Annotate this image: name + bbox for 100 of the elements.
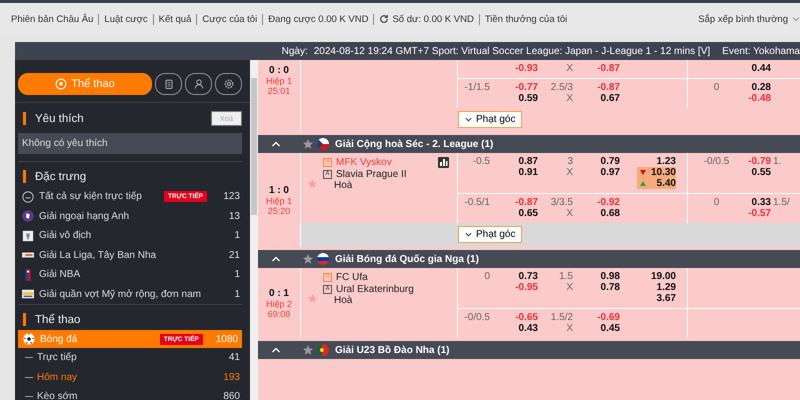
flag-icon bbox=[317, 253, 329, 265]
league-header[interactable]: Giải U23 Bồ Đào Nha (1) bbox=[258, 341, 800, 359]
favorite-star-icon[interactable] bbox=[307, 293, 318, 304]
corners-button[interactable]: Phạt góc bbox=[458, 226, 522, 243]
match-clock: 25:01 bbox=[268, 86, 290, 96]
odds-value[interactable]: 1.29 bbox=[620, 282, 676, 293]
nav-link[interactable]: Đang cược 0.00 K VND bbox=[262, 14, 374, 24]
league-name: Giải Bóng đá Quốc gia Nga (1) bbox=[335, 254, 479, 264]
line-value: 1.5/ bbox=[772, 197, 791, 208]
flag-icon bbox=[317, 138, 329, 150]
odds-value[interactable]: 0.28 bbox=[745, 82, 771, 93]
empty-message: Không có yêu thích bbox=[18, 133, 242, 154]
nav-link[interactable]: Luật cược bbox=[98, 14, 153, 24]
sidebar-subitem[interactable]: Hôm nay 193 bbox=[15, 368, 250, 387]
line-value: X bbox=[565, 208, 573, 219]
up-arrow-icon bbox=[640, 181, 646, 186]
nav-link[interactable]: Kết quả bbox=[152, 14, 196, 24]
odds-value[interactable]: 0.55 bbox=[745, 167, 771, 178]
nav-link[interactable]: Tiền thưởng của tôi bbox=[478, 14, 572, 24]
sidebar-subitem[interactable]: Kèo sớm 860 bbox=[15, 387, 250, 400]
draw-label: Hoà bbox=[333, 295, 354, 306]
line-value: -0.5 bbox=[472, 156, 490, 167]
odds-value[interactable]: 0.33 bbox=[745, 197, 771, 208]
sidebar-tab[interactable] bbox=[215, 73, 242, 95]
star-icon[interactable] bbox=[302, 138, 314, 150]
nav-link[interactable]: Cược của tôi bbox=[196, 14, 262, 24]
sort-dropdown[interactable]: Sắp xếp bình thường bbox=[698, 14, 800, 24]
odds-value[interactable]: 0.44 bbox=[745, 63, 771, 74]
scrollbar[interactable] bbox=[250, 60, 258, 400]
soccer-ball-icon bbox=[23, 333, 35, 345]
sidebar-item[interactable]: Giải La Liga, Tây Ban Nha 21 bbox=[15, 246, 250, 265]
banner-icon bbox=[22, 288, 34, 300]
event-name: Event: Yokohama bbox=[722, 46, 800, 56]
sidebar-item[interactable]: Giải NBA 1 bbox=[15, 265, 250, 284]
line-value: X bbox=[565, 93, 573, 104]
odds-value[interactable]: 0.79 bbox=[573, 156, 620, 167]
ring-icon bbox=[22, 190, 34, 203]
collapse-icon[interactable] bbox=[271, 139, 281, 149]
nav-link[interactable]: Số dư: 0.00 K VND bbox=[373, 14, 479, 24]
odds-value[interactable]: 0.73 bbox=[490, 271, 538, 282]
league-header[interactable]: Giải Cộng hoà Séc - 2. League (1) bbox=[258, 135, 800, 153]
odds-value[interactable]: 5.40 bbox=[637, 178, 676, 189]
line-value: 3/3.5 bbox=[550, 197, 573, 208]
sidebar-tab[interactable] bbox=[155, 73, 182, 95]
clipboard-icon bbox=[162, 78, 174, 90]
corners-button[interactable]: Phạt góc bbox=[458, 111, 522, 128]
match-period: Hiệp 1 bbox=[266, 196, 292, 206]
odds-value[interactable]: 0.59 bbox=[490, 93, 538, 104]
line-value: 2.5/3 bbox=[550, 82, 573, 93]
odds-value[interactable]: 0.78 bbox=[573, 282, 620, 293]
section-title: Thể thao bbox=[35, 314, 80, 326]
collapse-icon[interactable] bbox=[271, 254, 281, 264]
favorite-star-icon[interactable] bbox=[307, 178, 318, 189]
line-value: 1.5 bbox=[558, 271, 573, 282]
odds-value[interactable]: 0.45 bbox=[573, 323, 620, 334]
match-clock: 69:08 bbox=[268, 308, 290, 318]
odds-value[interactable]: 3.67 bbox=[620, 293, 676, 304]
odds-value[interactable]: 0.68 bbox=[573, 208, 620, 219]
league-header[interactable]: Giải Bóng đá Quốc gia Nga (1) bbox=[258, 250, 800, 268]
section-title: Đặc trưng bbox=[35, 170, 86, 182]
line-value: -0/0.5 bbox=[702, 156, 730, 167]
crest-icon bbox=[22, 210, 34, 222]
odds-value[interactable]: 10.30 bbox=[637, 167, 676, 178]
sidebar-tab[interactable] bbox=[185, 73, 212, 95]
odds-value[interactable]: 0.91 bbox=[490, 167, 538, 178]
line-value: 0 bbox=[483, 271, 490, 282]
odds-value[interactable]: 0.43 bbox=[490, 323, 538, 334]
star-icon[interactable] bbox=[302, 344, 314, 356]
refresh-icon[interactable] bbox=[379, 14, 390, 24]
odds-value[interactable]: 0.65 bbox=[490, 208, 538, 219]
line-value: -1/1.5 bbox=[463, 82, 490, 93]
date-label: Ngày: bbox=[282, 46, 308, 56]
odds-value[interactable]: 0.87 bbox=[490, 156, 538, 167]
odds-value[interactable]: 0.98 bbox=[573, 271, 620, 282]
section-title: Yêu thích bbox=[35, 112, 84, 124]
odds-value[interactable]: 19.00 bbox=[620, 271, 676, 282]
odds-value[interactable]: 1.23 bbox=[620, 156, 676, 167]
collapse-icon[interactable] bbox=[271, 345, 281, 355]
match-clock: 25:20 bbox=[268, 206, 290, 216]
ball-icon bbox=[55, 78, 68, 90]
match-period: Hiệp 2 bbox=[266, 298, 292, 308]
match-score: 0 : 0 bbox=[268, 65, 289, 76]
stats-icon[interactable] bbox=[438, 157, 449, 168]
team-name: MFK Vyskov bbox=[336, 157, 392, 168]
chevron-down-icon bbox=[465, 231, 472, 238]
line-value: X bbox=[565, 282, 573, 293]
sidebar-item[interactable]: Giải ngoại hạng Anh 13 bbox=[15, 206, 250, 226]
odds-value[interactable]: 0.67 bbox=[573, 93, 620, 104]
match-score: 1 : 0 bbox=[268, 184, 289, 196]
sidebar-item[interactable]: Giải quần vợt Mỹ mở rộng, đơn nam 1 bbox=[15, 284, 250, 304]
user-icon bbox=[192, 78, 204, 90]
odds-value[interactable]: 0.97 bbox=[573, 167, 620, 178]
star-icon[interactable] bbox=[302, 253, 314, 265]
flag-icon bbox=[317, 344, 329, 356]
line-value: X bbox=[565, 167, 573, 178]
nav-link[interactable]: Phiên bản Châu Âu bbox=[6, 14, 98, 24]
line-value: X bbox=[565, 63, 573, 74]
line-value: 0 bbox=[712, 82, 720, 93]
sidebar-subitem[interactable]: Trực tiếp 41 bbox=[15, 348, 250, 368]
sidebar-item[interactable]: Giải vô địch 1 bbox=[15, 226, 250, 246]
